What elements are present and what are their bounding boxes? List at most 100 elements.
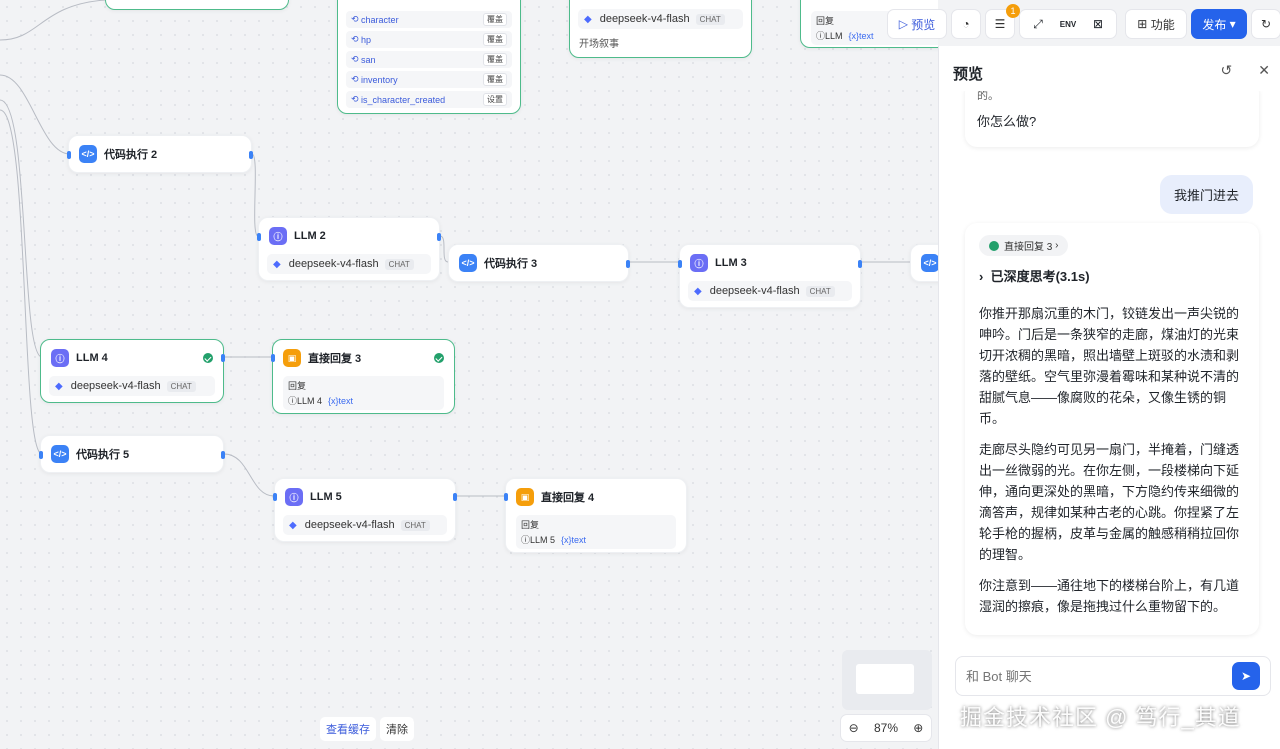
- output-port[interactable]: [453, 493, 457, 501]
- var-action-button[interactable]: 覆盖: [483, 73, 507, 86]
- chat-tag: CHAT: [805, 285, 835, 297]
- output-port[interactable]: [626, 260, 630, 268]
- history-button[interactable]: ↻: [1251, 9, 1280, 39]
- model-row: ◆ deepseek-v4-flash CHAT: [688, 281, 852, 301]
- features-button[interactable]: ⊞ 功能: [1125, 9, 1187, 39]
- success-check-icon: [203, 353, 213, 363]
- variable-assign-node[interactable]: ⟲ character 覆盖 ⟲ hp 覆盖 ⟲ san 覆盖 ⟲ inventory…: [337, 0, 521, 114]
- output-port[interactable]: [249, 151, 253, 159]
- input-port[interactable]: [273, 493, 277, 501]
- llm-node-3[interactable]: ⓘ LLM 3 ◆ deepseek-v4-flash CHAT: [678, 244, 862, 308]
- var-action-button[interactable]: 覆盖: [483, 13, 507, 26]
- code-node-2[interactable]: </> 代码执行 2: [67, 135, 253, 173]
- thinking-toggle[interactable]: › 已深度思考(3.1s): [979, 266, 1245, 285]
- llm-ref-icon: ⓘ: [816, 31, 826, 41]
- llm-icon: ⓘ: [269, 227, 287, 245]
- code-node-partial[interactable]: </>代: [910, 244, 938, 282]
- debug-button[interactable]: ◔: [951, 9, 981, 39]
- llm-ref-icon: ⓘ: [288, 396, 298, 406]
- user-message: 我推门进去: [1159, 175, 1253, 214]
- output-port[interactable]: [437, 233, 441, 241]
- publish-button[interactable]: 发布 ▾: [1191, 9, 1247, 39]
- checklist-button[interactable]: ☰ 1: [985, 4, 1020, 39]
- checklist-icon: ☰: [994, 17, 1006, 31]
- deepseek-icon: ◆: [55, 380, 63, 392]
- view-cache-link[interactable]: 查看缓存: [320, 717, 376, 741]
- close-icon[interactable]: ✕: [1258, 62, 1270, 79]
- llm-node-4[interactable]: ⓘ LLM 4 ◆ deepseek-v4-flash CHAT: [40, 339, 225, 403]
- tool-group: ⤢ ENV ⊠: [1019, 9, 1117, 39]
- deepseek-icon: ◆: [289, 519, 297, 531]
- issue-count-badge: 1: [1006, 4, 1020, 18]
- clear-link[interactable]: 清除: [380, 717, 414, 741]
- input-port[interactable]: [39, 451, 43, 459]
- output-port[interactable]: [221, 451, 225, 459]
- zoom-control: ⊖ 87% ⊕: [840, 714, 932, 742]
- play-icon: ▷: [898, 17, 912, 31]
- llm-node-2[interactable]: ⓘ LLM 2 ◆ deepseek-v4-flash CHAT: [257, 217, 441, 281]
- var-action-button[interactable]: 覆盖: [483, 53, 507, 66]
- minimap[interactable]: [842, 650, 932, 710]
- input-port[interactable]: [67, 151, 71, 159]
- export-icon[interactable]: ⤢: [1024, 17, 1052, 32]
- output-port[interactable]: [858, 260, 862, 268]
- code-node-5[interactable]: </> 代码执行 5: [39, 435, 225, 473]
- var-row: ⟲ character 覆盖: [346, 11, 512, 28]
- var-action-button[interactable]: 设置: [483, 93, 507, 106]
- chat-scroll-area[interactable]: 的。 你怎么做? 我推门进去 直接回复 3 › › 已深度思考(3.1s) 你推…: [939, 91, 1280, 691]
- input-port[interactable]: [678, 260, 682, 268]
- minimap-viewport[interactable]: [856, 664, 914, 694]
- bot-paragraph: 走廊尽头隐约可见另一扇门，半掩着，门缝透出一丝微弱的光。在你左侧，一段楼梯向下延…: [979, 442, 1240, 562]
- reply-box: 回复 ⓘLLM 5 {x}text: [516, 515, 676, 549]
- model-row: ◆ deepseek-v4-flash CHAT: [49, 376, 215, 396]
- send-button[interactable]: ➤: [1232, 662, 1260, 690]
- panel-title: 预览: [953, 66, 984, 83]
- llm-icon: ⓘ: [690, 254, 708, 272]
- success-dot-icon: [989, 240, 999, 251]
- output-port[interactable]: [221, 354, 225, 362]
- input-port[interactable]: [271, 354, 275, 362]
- preview-button[interactable]: ▷ 预览: [887, 9, 947, 39]
- chat-tag: CHAT: [695, 13, 725, 25]
- bot-message-current: 直接回复 3 › › 已深度思考(3.1s) 你推开那扇沉重的木门，铰链发出一声…: [965, 223, 1259, 635]
- llm-footer: 开场叙事: [579, 39, 619, 50]
- variables-icon[interactable]: ⊠: [1084, 17, 1112, 31]
- var-action-button[interactable]: 覆盖: [483, 33, 507, 46]
- llm-node-top[interactable]: ◆ deepseek-v4-flash CHAT 开场叙事: [569, 0, 752, 58]
- model-row: ◆ deepseek-v4-flash CHAT: [267, 254, 431, 274]
- zoom-in-icon[interactable]: ⊕: [913, 721, 923, 735]
- code-icon: </>: [79, 145, 97, 163]
- reply-icon: ▣: [516, 488, 534, 506]
- workflow-canvas[interactable]: ⟲ character 覆盖 ⟲ hp 覆盖 ⟲ san 覆盖 ⟲ inventory…: [0, 0, 938, 749]
- reply-source-chip[interactable]: 直接回复 3 ›: [979, 235, 1069, 256]
- refresh-icon[interactable]: ↺: [1221, 62, 1233, 79]
- reply-box: 回复 ⓘLLM 4 {x}text: [283, 376, 444, 410]
- var-icon: ⟲: [351, 14, 362, 24]
- success-check-icon: [434, 353, 444, 363]
- reply-node-3[interactable]: ▣ 直接回复 3 回复 ⓘLLM 4 {x}text: [271, 339, 455, 414]
- code-node-3[interactable]: </> 代码执行 3: [448, 244, 630, 282]
- bot-message-previous: 的。 你怎么做?: [965, 91, 1259, 147]
- llm-ref-icon: ⓘ: [521, 535, 531, 545]
- chat-input[interactable]: [966, 668, 1232, 684]
- chat-tag: CHAT: [166, 380, 196, 392]
- partial-node-top-left[interactable]: [105, 0, 289, 10]
- reply-node-4[interactable]: ▣ 直接回复 4 回复 ⓘLLM 5 {x}text: [504, 478, 687, 553]
- llm-node-5[interactable]: ⓘ LLM 5 ◆ deepseek-v4-flash CHAT: [273, 478, 457, 542]
- deepseek-icon: ◆: [584, 13, 592, 25]
- input-port[interactable]: [257, 233, 261, 241]
- code-icon: </>: [459, 254, 477, 272]
- send-icon: ➤: [1240, 669, 1252, 683]
- code-icon: </>: [51, 445, 69, 463]
- preview-panel: 预览 ↺ ✕ 的。 你怎么做? 我推门进去 直接回复 3 › › 已深度思考(3…: [938, 46, 1280, 749]
- zoom-out-icon[interactable]: ⊖: [849, 721, 859, 735]
- input-port[interactable]: [504, 493, 508, 501]
- chat-input-box: ➤: [955, 656, 1271, 696]
- var-icon: ⟲: [351, 54, 362, 64]
- bot-paragraph: 你注意到——通往地下的楼梯台阶上，有几道湿润的擦痕，像是拖拽过什么重物留下的。: [979, 578, 1240, 614]
- reply-icon: ▣: [283, 349, 301, 367]
- env-button[interactable]: ENV: [1054, 20, 1082, 29]
- var-icon: ⟲: [351, 74, 362, 84]
- gauge-icon: ◔: [962, 17, 970, 31]
- var-row: ⟲ hp 覆盖: [346, 31, 512, 48]
